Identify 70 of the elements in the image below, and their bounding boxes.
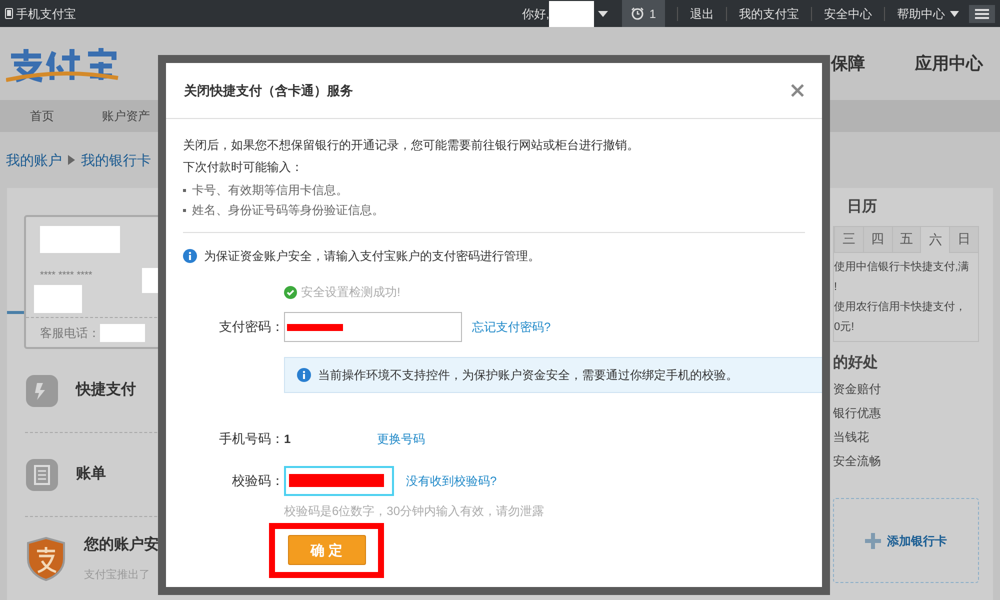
password-field[interactable] <box>284 312 462 342</box>
top-link[interactable]: 帮助中心 <box>897 4 959 22</box>
redaction-bar <box>287 324 343 330</box>
document-icon <box>26 458 58 490</box>
top-link[interactable]: 安全中心 <box>824 4 872 22</box>
phone-icon <box>5 8 13 19</box>
service-phone-label: 客服电话： <box>40 324 100 342</box>
intro-text: 关闭后，如果您不想保留银行的开通记录，您可能需要前往银行网站或柜台进行撤销。 <box>183 137 640 154</box>
nav-tab[interactable]: 账户资产 <box>102 107 150 125</box>
promo-text: 使用中信银行卡快捷支付,满 <box>834 260 970 274</box>
hint-text: 校验码是6位数字，30分钟内输入有效，请勿泄露 <box>284 502 546 520</box>
bullet-text: 姓名、身份证号码等身份验证信息。 <box>192 202 384 219</box>
benefit-item: 资金赔付 <box>833 381 882 398</box>
feature-title[interactable]: 您的账户安 <box>84 534 159 556</box>
phone-number: 1 <box>284 430 292 448</box>
redacted-card-holder <box>34 285 82 313</box>
field-label: 支付密码： <box>218 318 284 336</box>
benefit-item: 当钱花 <box>833 429 870 446</box>
benefit-item: 银行优惠 <box>833 405 882 422</box>
change-number-link[interactable]: 更换号码 <box>377 430 425 448</box>
field-label: 手机号码： <box>218 430 284 448</box>
field-label: 校验码： <box>231 472 284 490</box>
weekday-tab[interactable]: 五 <box>892 226 920 252</box>
nav-tab[interactable]: 首页 <box>30 107 54 125</box>
warning-text: 当前操作环境不支持控件，为保护账户资金安全，需要通过你绑定手机的校验。 <box>318 367 738 384</box>
notice-text: 为保证资金账户安全，请输入支付宝账户的支付密码进行管理。 <box>204 248 540 265</box>
forgot-password-link[interactable]: 忘记支付密码? <box>472 318 551 336</box>
check-circle-icon <box>284 286 297 298</box>
header-nav-link[interactable]: 保障 <box>831 50 865 76</box>
no-code-link[interactable]: 没有收到校验码? <box>406 472 497 490</box>
promo-text: 0元! <box>834 320 854 334</box>
chevron-right-icon <box>68 155 75 165</box>
top-link[interactable]: 我的支付宝 <box>739 4 799 22</box>
add-card-button[interactable]: 添加银行卡 <box>833 498 979 583</box>
promo-text: ! <box>834 280 838 294</box>
benefits-title: 的好处 <box>833 352 879 372</box>
weekday-tab[interactable]: 四 <box>862 226 892 252</box>
weekday-tab[interactable]: 三 <box>834 226 863 252</box>
dialog-title: 关闭快捷支付（含卡通）服务 <box>184 82 354 100</box>
breadcrumb-link[interactable]: 我的账户 <box>6 150 62 170</box>
redacted-name <box>549 0 594 26</box>
alarm-clock-icon <box>631 7 644 20</box>
calendar-title: 日历 <box>847 197 878 217</box>
breadcrumb-link[interactable]: 我的银行卡 <box>81 150 151 170</box>
masked-card-number: **** **** **** <box>40 269 92 283</box>
redacted-phone <box>100 324 145 342</box>
menu-button[interactable] <box>969 4 995 22</box>
bullet-text: 卡号、有效期等信用卡信息。 <box>192 182 348 199</box>
weekday-tab[interactable]: 日 <box>949 226 978 252</box>
greeting: 你好, <box>522 6 550 22</box>
info-icon <box>297 368 311 382</box>
caret-icon <box>950 10 959 16</box>
feature-title[interactable]: 账单 <box>76 463 106 486</box>
feature-title[interactable]: 快捷支付 <box>76 379 136 402</box>
verification-code-field[interactable] <box>284 466 394 496</box>
lightning-badge-icon <box>26 374 58 406</box>
header-nav-link[interactable]: 应用中心 <box>915 50 983 76</box>
caret-icon[interactable] <box>598 10 608 16</box>
close-icon[interactable] <box>791 84 804 97</box>
list-icon <box>975 8 989 18</box>
info-icon <box>183 249 197 263</box>
subhead-text: 下次付款时可能输入： <box>183 159 304 176</box>
plus-icon <box>865 532 881 548</box>
top-link[interactable]: 退出 <box>690 4 714 22</box>
benefit-item: 安全流畅 <box>833 453 882 470</box>
alarm-button[interactable]: 1 <box>622 0 665 27</box>
check-message: 安全设置检测成功! <box>301 284 400 301</box>
promo-text: 使用农行信用卡快捷支付， <box>834 300 966 314</box>
shield-icon <box>26 536 66 580</box>
mobile-app-link[interactable]: 手机支付宝 <box>5 4 76 22</box>
